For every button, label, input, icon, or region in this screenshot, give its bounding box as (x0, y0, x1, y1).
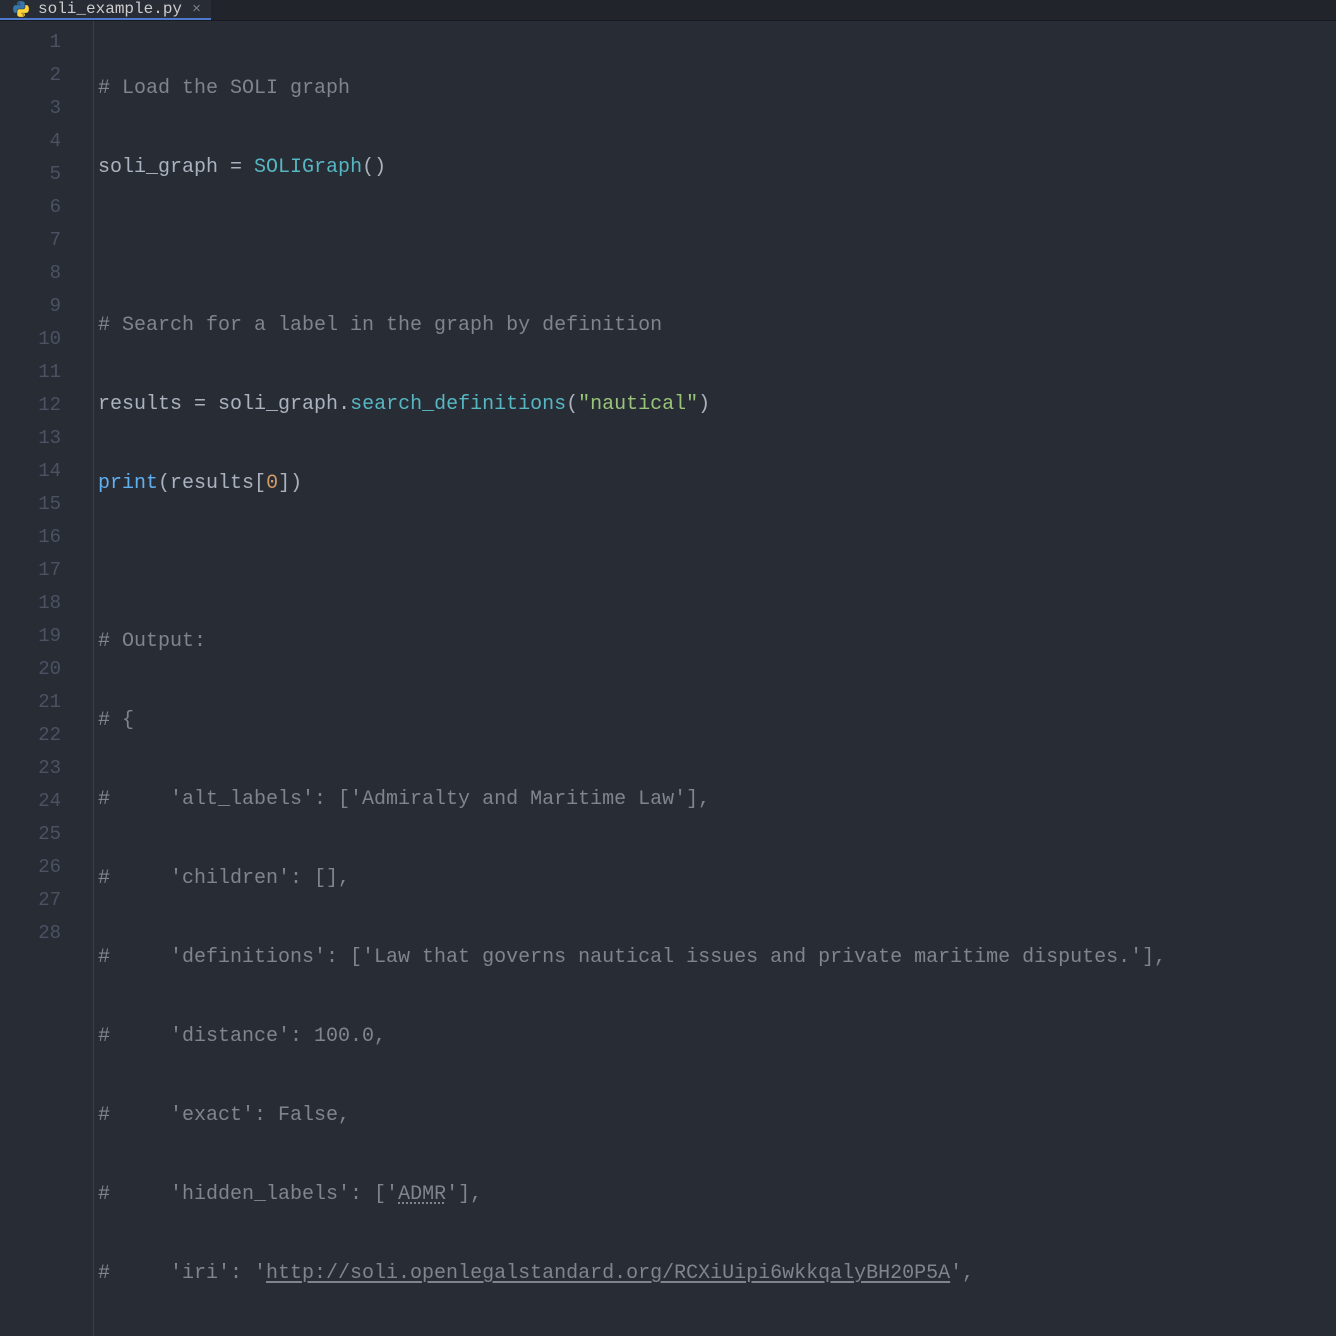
code-comment: # 'exact': False, (98, 1104, 350, 1127)
line-number: 23 (0, 752, 93, 785)
code-content[interactable]: # Load the SOLI graph soli_graph = SOLIG… (94, 21, 1336, 1336)
code-token: results (170, 472, 254, 495)
code-comment: # Output: (98, 630, 206, 653)
tab-active[interactable]: soli_example.py × (0, 0, 211, 20)
line-number: 26 (0, 851, 93, 884)
code-token: "nautical" (578, 393, 698, 416)
code-comment: ADMR (398, 1183, 446, 1206)
tab-filename: soli_example.py (38, 0, 182, 18)
code-token: () (362, 156, 386, 179)
line-number: 9 (0, 290, 93, 323)
code-comment: # 'definitions': ['Law that governs naut… (98, 946, 1166, 969)
code-token: search_definitions (350, 393, 566, 416)
line-number: 22 (0, 719, 93, 752)
line-number: 21 (0, 686, 93, 719)
line-number: 12 (0, 389, 93, 422)
line-number: 8 (0, 257, 93, 290)
line-number: 5 (0, 158, 93, 191)
tab-close-icon[interactable]: × (192, 1, 201, 18)
code-token: 0 (266, 472, 278, 495)
code-comment: # 'children': [], (98, 867, 350, 890)
code-token: [ (254, 472, 266, 495)
code-comment: # 'iri': ' (98, 1262, 266, 1285)
code-token: soli_graph (98, 156, 218, 179)
line-number: 20 (0, 653, 93, 686)
code-comment: # 'hidden_labels': [' (98, 1183, 398, 1206)
code-token: ( (158, 472, 170, 495)
code-comment: # 'distance': 100.0, (98, 1025, 386, 1048)
line-number: 10 (0, 323, 93, 356)
editor-window: soli_example.py × 1234567891011121314151… (0, 0, 1336, 1336)
line-number: 24 (0, 785, 93, 818)
code-comment: '], (446, 1183, 482, 1206)
python-file-icon (12, 0, 30, 18)
code-comment: # { (98, 709, 134, 732)
editor-area[interactable]: 1234567891011121314151617181920212223242… (0, 21, 1336, 1336)
line-number-gutter: 1234567891011121314151617181920212223242… (0, 21, 94, 1336)
line-number: 1 (0, 26, 93, 59)
line-number: 11 (0, 356, 93, 389)
line-number: 19 (0, 620, 93, 653)
line-number: 4 (0, 125, 93, 158)
code-comment: ', (950, 1262, 974, 1285)
code-token: print (98, 472, 158, 495)
line-number: 2 (0, 59, 93, 92)
code-comment: # Load the SOLI graph (98, 77, 350, 100)
code-comment: # 'alt_labels': ['Admiralty and Maritime… (98, 788, 710, 811)
line-number: 13 (0, 422, 93, 455)
code-token: ( (566, 393, 578, 416)
code-token: . (338, 393, 350, 416)
code-token: = (218, 156, 254, 179)
tab-bar: soli_example.py × (0, 0, 1336, 21)
line-number: 15 (0, 488, 93, 521)
code-token: ]) (278, 472, 302, 495)
code-token: ) (698, 393, 710, 416)
line-number: 28 (0, 917, 93, 950)
line-number: 14 (0, 455, 93, 488)
code-comment: # Search for a label in the graph by def… (98, 314, 662, 337)
code-token: soli_graph (218, 393, 338, 416)
code-link[interactable]: http://soli.openlegalstandard.org/RCXiUi… (266, 1262, 950, 1285)
line-number: 25 (0, 818, 93, 851)
line-number: 3 (0, 92, 93, 125)
line-number: 7 (0, 224, 93, 257)
line-number: 16 (0, 521, 93, 554)
code-token: = (182, 393, 218, 416)
code-token: results (98, 393, 182, 416)
line-number: 27 (0, 884, 93, 917)
line-number: 6 (0, 191, 93, 224)
code-token: SOLIGraph (254, 156, 362, 179)
line-number: 17 (0, 554, 93, 587)
line-number: 18 (0, 587, 93, 620)
